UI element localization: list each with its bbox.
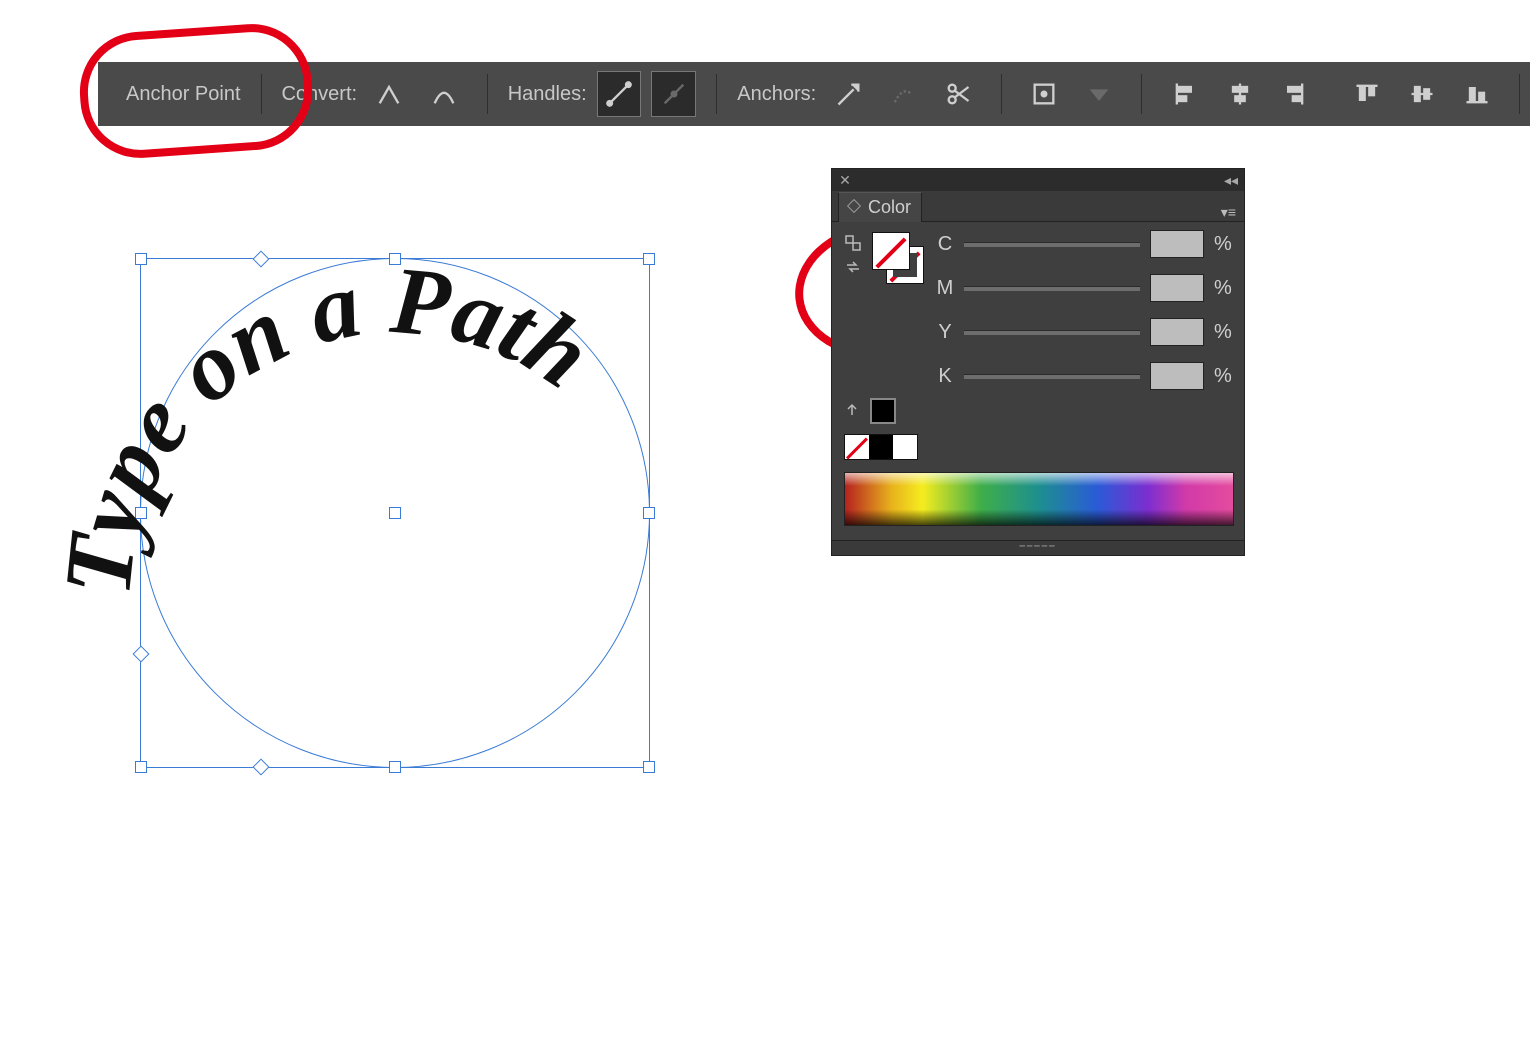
handle-bottom-right[interactable] bbox=[643, 761, 655, 773]
isolate-dropdown-icon[interactable] bbox=[1076, 71, 1121, 117]
align-bottom-icon[interactable] bbox=[1454, 71, 1499, 117]
channel-m-input[interactable] bbox=[1150, 274, 1204, 302]
last-color-swatch[interactable] bbox=[870, 398, 896, 424]
panel-menu-icon[interactable]: ▾≡ bbox=[1221, 204, 1236, 221]
channel-c-slider[interactable] bbox=[964, 242, 1140, 247]
fill-stroke-proxy[interactable] bbox=[872, 232, 922, 282]
tab-grip-icon bbox=[847, 199, 861, 213]
channel-m-row: M % bbox=[936, 274, 1232, 302]
swatch-none-icon[interactable] bbox=[845, 435, 869, 459]
handle-top-left[interactable] bbox=[135, 253, 147, 265]
channel-y-slider[interactable] bbox=[964, 330, 1140, 335]
artboard-selection[interactable]: Type on a Path bbox=[140, 258, 650, 768]
anchors-label: Anchors: bbox=[737, 83, 816, 106]
channel-c-input[interactable] bbox=[1150, 230, 1204, 258]
channel-k-input[interactable] bbox=[1150, 362, 1204, 390]
channel-k-row: K % bbox=[936, 362, 1232, 390]
mode-label: Anchor Point bbox=[126, 83, 241, 106]
panel-tabs: Color ▾≡ bbox=[832, 191, 1244, 222]
channel-k-unit: % bbox=[1214, 365, 1232, 388]
quick-swatches bbox=[844, 434, 918, 460]
swap-fill-stroke-icon[interactable] bbox=[844, 234, 862, 252]
convert-corner-icon[interactable] bbox=[367, 71, 412, 117]
channel-m-unit: % bbox=[1214, 277, 1232, 300]
panel-title: Color bbox=[868, 197, 911, 217]
convert-label: Convert: bbox=[281, 83, 357, 106]
align-right-icon[interactable] bbox=[1272, 71, 1317, 117]
collapse-icon[interactable]: ◂◂ bbox=[1224, 172, 1238, 189]
align-hcenter-icon[interactable] bbox=[1217, 71, 1262, 117]
align-left-icon[interactable] bbox=[1162, 71, 1207, 117]
handles-label: Handles: bbox=[508, 83, 587, 106]
convert-smooth-icon[interactable] bbox=[422, 71, 467, 117]
channel-y-label: Y bbox=[936, 321, 954, 344]
isolate-icon[interactable] bbox=[1022, 71, 1067, 117]
channel-y-unit: % bbox=[1214, 321, 1232, 344]
align-vcenter-icon[interactable] bbox=[1399, 71, 1444, 117]
handles-show-icon[interactable] bbox=[597, 71, 642, 117]
swatch-black[interactable] bbox=[869, 435, 893, 459]
handle-bottom-mid[interactable] bbox=[389, 761, 401, 773]
connect-anchor-icon[interactable] bbox=[881, 71, 926, 117]
remove-anchor-icon[interactable] bbox=[826, 71, 871, 117]
fill-swatch-none[interactable] bbox=[872, 232, 910, 270]
channel-m-label: M bbox=[936, 277, 954, 300]
cycle-icon[interactable] bbox=[844, 258, 862, 276]
channel-m-slider[interactable] bbox=[964, 286, 1140, 291]
channel-c-label: C bbox=[936, 233, 954, 256]
handles-hide-icon[interactable] bbox=[651, 71, 696, 117]
swatch-white[interactable] bbox=[893, 435, 917, 459]
cut-path-icon[interactable] bbox=[936, 71, 981, 117]
handle-mid-left[interactable] bbox=[135, 507, 147, 519]
handle-top-mid[interactable] bbox=[389, 253, 401, 265]
handle-center[interactable] bbox=[389, 507, 401, 519]
out-of-gamut-icon[interactable] bbox=[844, 401, 860, 422]
control-bar: Anchor Point Convert: Handles: Anchors: bbox=[98, 62, 1530, 126]
tab-color[interactable]: Color bbox=[838, 192, 922, 222]
channel-k-slider[interactable] bbox=[964, 374, 1140, 379]
color-panel: ✕ ◂◂ Color ▾≡ bbox=[831, 168, 1245, 556]
align-top-icon[interactable] bbox=[1345, 71, 1390, 117]
channel-y-input[interactable] bbox=[1150, 318, 1204, 346]
channel-c-row: C % bbox=[936, 230, 1232, 258]
handle-bottom-left[interactable] bbox=[135, 761, 147, 773]
handle-top-right[interactable] bbox=[643, 253, 655, 265]
channel-c-unit: % bbox=[1214, 233, 1232, 256]
handle-mid-right[interactable] bbox=[643, 507, 655, 519]
channel-k-label: K bbox=[936, 365, 954, 388]
panel-titlebar[interactable]: ✕ ◂◂ bbox=[832, 169, 1244, 191]
channel-y-row: Y % bbox=[936, 318, 1232, 346]
close-icon[interactable]: ✕ bbox=[838, 173, 852, 187]
panel-resize-grip[interactable]: ━━━━━ bbox=[832, 540, 1244, 555]
color-spectrum[interactable] bbox=[844, 472, 1234, 526]
